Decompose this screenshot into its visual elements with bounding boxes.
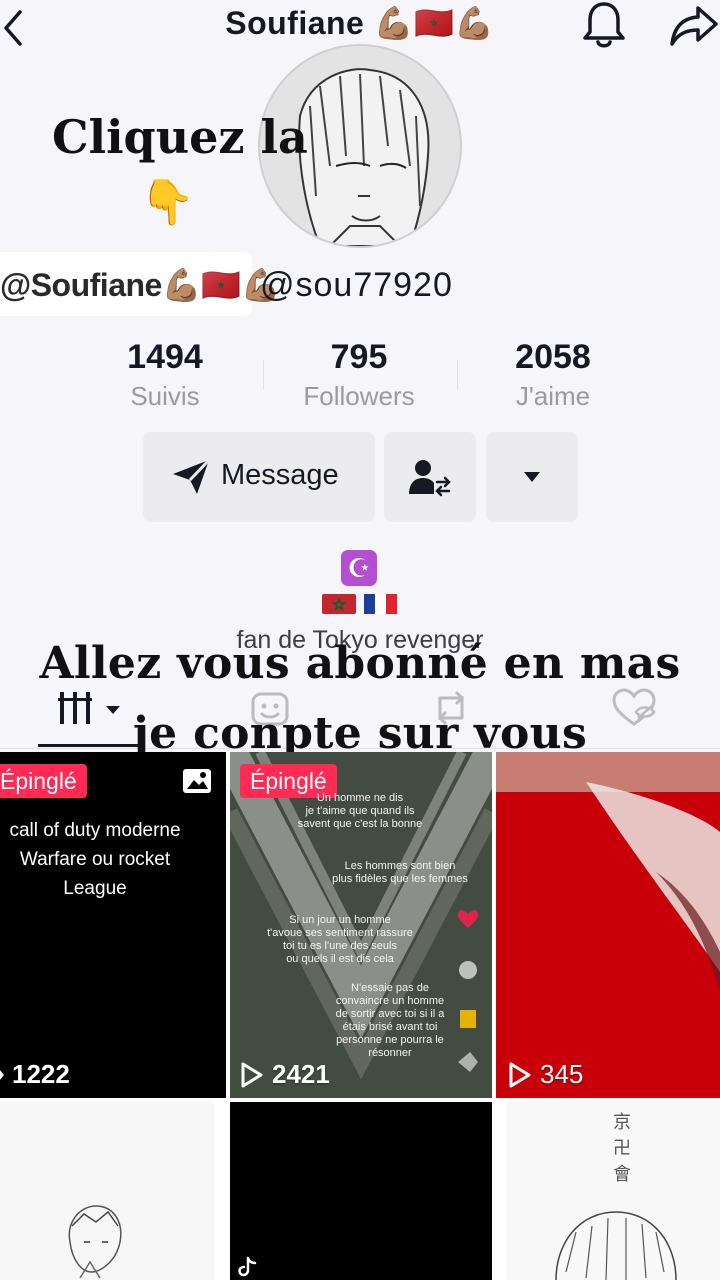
send-icon: [171, 458, 211, 496]
overlay-cliquez-text: Cliquez la: [52, 110, 308, 164]
video-caption: call of duty moderne Warfare ou rocket L…: [9, 820, 181, 899]
caption-line: ou quels il est dis cela: [286, 953, 394, 965]
display-name: @Soufiane💪🏽🇲🇦💪🏽: [0, 267, 280, 303]
manga-sketch-image: 京 卍 會: [506, 1102, 720, 1280]
svg-text:會: 會: [613, 1164, 631, 1185]
caption-line: toi tu es l'une des seuls: [282, 940, 397, 952]
video-thumbnail[interactable]: [0, 1102, 214, 1280]
manga-sketch-image: [0, 1102, 214, 1280]
stat-divider: [457, 360, 458, 390]
svg-text:卍: 卍: [613, 1138, 631, 1159]
message-button[interactable]: Message: [143, 432, 375, 522]
video-thumbnail[interactable]: Épinglé Un homme ne dis je t'aime que qu…: [230, 752, 492, 1098]
caption-line: savent que c'est la bonne: [297, 818, 423, 830]
video-thumbnail[interactable]: 京 卍 會: [506, 1102, 720, 1280]
caption-line: Un homme ne dis: [316, 792, 404, 804]
caption-line: personne ne pourra le: [336, 1034, 444, 1046]
stat-followers-label: Followers: [303, 381, 415, 411]
svg-text:京: 京: [613, 1112, 631, 1133]
stat-likes-label: J'aime: [515, 381, 591, 411]
caption-line: convaincre un homme: [335, 995, 445, 1007]
view-count: 1222: [0, 1059, 70, 1090]
photo-icon: [183, 769, 211, 793]
play-icon: [509, 1062, 531, 1087]
play-icon: [241, 1062, 263, 1087]
caption-line: de sortir avec toi si il a: [335, 1008, 445, 1020]
pointing-down-icon: 👇: [140, 177, 195, 228]
flags-emoji: [322, 592, 398, 616]
caret-down-icon: [524, 472, 540, 482]
caption-line: Les hommes sont bien: [344, 860, 456, 872]
play-icon: [0, 1069, 4, 1080]
caption-line: t'avoue ses sentiment rassure: [267, 927, 413, 939]
suggested-accounts-button[interactable]: [486, 432, 578, 522]
stat-followers-value: 795: [330, 338, 388, 376]
stat-likes-value: 2058: [515, 338, 591, 376]
user-swap-icon: [409, 460, 451, 497]
caption-line: plus fidèles que les femmes: [332, 873, 468, 885]
stat-likes[interactable]: 2058 J'aime: [473, 338, 633, 412]
star-crescent-emoji: ☪: [341, 550, 377, 586]
follow-status-button[interactable]: [384, 432, 476, 522]
stat-following-value: 1494: [127, 338, 203, 376]
view-count-value: 2421: [272, 1059, 330, 1089]
view-count-value: 1222: [12, 1059, 70, 1089]
stat-following-label: Suivis: [130, 381, 200, 411]
caption-line: je t'aime que quand ils: [305, 805, 415, 817]
tiktok-logo-icon: [238, 1256, 257, 1277]
caption-line: Si un jour un homme: [289, 914, 391, 926]
video-grid: Épinglé call of duty moderne Warfare ou …: [0, 752, 720, 1280]
username-handle: @sou77920: [260, 266, 453, 304]
video-thumbnail[interactable]: [230, 1102, 492, 1280]
caption-line: N'essaie pas de: [351, 982, 429, 994]
view-count: 2421: [240, 1059, 330, 1090]
stat-following[interactable]: 1494 Suivis: [85, 338, 245, 412]
video-thumbnail[interactable]: 345: [496, 752, 720, 1098]
pinned-badge: Épinglé: [0, 764, 87, 798]
share-icon[interactable]: [668, 2, 720, 50]
stat-followers[interactable]: 795 Followers: [279, 338, 439, 412]
blurred-image: [496, 752, 720, 1098]
stat-divider: [263, 360, 264, 390]
view-count: 345: [508, 1059, 583, 1090]
message-label: Message: [221, 459, 339, 491]
video-thumbnail[interactable]: Épinglé call of duty moderne Warfare ou …: [0, 752, 226, 1098]
display-name-chip: @Soufiane💪🏽🇲🇦💪🏽: [0, 252, 280, 316]
view-count-value: 345: [540, 1059, 584, 1089]
bell-icon[interactable]: [580, 0, 628, 50]
overlay-subscribe-text: Allez vous abonné en mas: [39, 638, 681, 689]
caption-line: étais brisé avant toi: [342, 1021, 438, 1033]
